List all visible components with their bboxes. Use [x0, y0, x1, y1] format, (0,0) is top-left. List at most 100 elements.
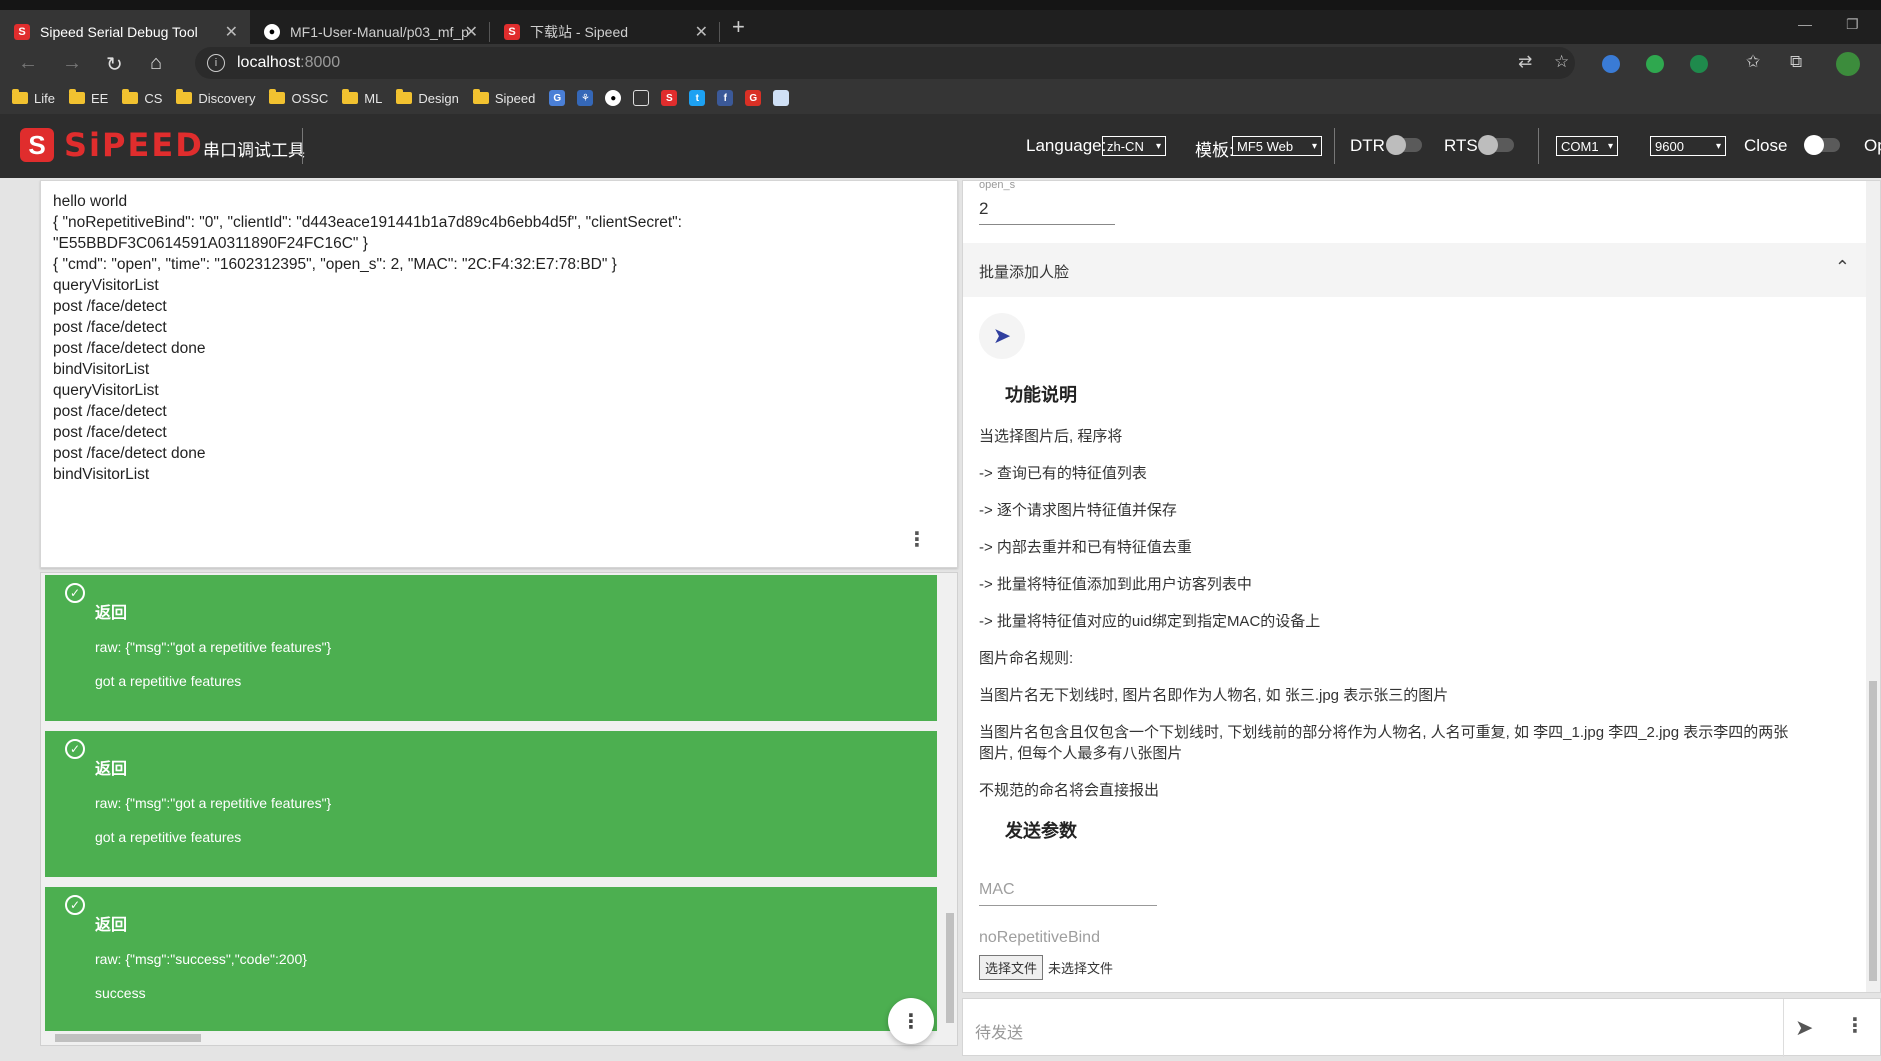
- forward-arrow-icon[interactable]: →: [62, 52, 82, 75]
- translate-bookmark-icon[interactable]: G: [549, 90, 566, 106]
- send-input[interactable]: 待发送: [975, 1019, 1023, 1043]
- response-title: 返回: [95, 761, 128, 778]
- github-bookmark-icon[interactable]: ●: [605, 90, 622, 106]
- header-divider: [1334, 128, 1335, 164]
- file-picker: 选择文件 未选择文件: [979, 955, 1113, 980]
- scrollbar-thumb[interactable]: [946, 913, 954, 1023]
- dtr-toggle[interactable]: [1386, 135, 1422, 155]
- batch-add-face-accordion[interactable]: 批量添加人脸 ⌃: [963, 243, 1868, 297]
- bookmark-cs[interactable]: CS: [122, 89, 162, 106]
- bookmark-ossc[interactable]: OSSC: [269, 89, 328, 106]
- file-status: 未选择文件: [1048, 961, 1114, 976]
- bookmark-ml[interactable]: ML: [342, 89, 382, 106]
- app-title: 串口调试工具: [203, 141, 305, 160]
- scrollbar-thumb[interactable]: [1869, 681, 1877, 981]
- vertical-scrollbar[interactable]: [943, 573, 957, 1045]
- close-icon[interactable]: ✕: [695, 22, 708, 42]
- vertical-scrollbar[interactable]: [1866, 181, 1880, 992]
- chevron-down-icon: ▾: [1715, 140, 1721, 152]
- page-bookmark-icon[interactable]: [633, 90, 650, 106]
- desc-line: 图片, 但每个人最多有八张图片: [979, 745, 1183, 762]
- bookmark-discovery[interactable]: Discovery: [176, 89, 255, 106]
- desc-line: 当图片名包含且仅包含一个下划线时, 下划线前的部分将作为人物名, 人名可重复, …: [979, 724, 1789, 741]
- extension-icon[interactable]: [1690, 55, 1708, 73]
- close-icon[interactable]: ✕: [225, 22, 238, 42]
- open-close-toggle[interactable]: [1804, 135, 1840, 155]
- bookmark-life[interactable]: Life: [12, 89, 55, 106]
- favorites-icon[interactable]: ✩: [1746, 52, 1760, 72]
- more-vert-icon[interactable]: ⋮: [1845, 1013, 1865, 1038]
- open-s-input[interactable]: 2: [979, 195, 1115, 225]
- send-icon[interactable]: ➤: [1795, 1015, 1813, 1041]
- send-arrow-button[interactable]: ➤: [979, 313, 1025, 359]
- response-card: ✓ 返回 raw: {"msg":"got a repetitive featu…: [45, 575, 937, 721]
- profile-avatar[interactable]: [1836, 52, 1860, 76]
- bookmarks-bar: Life EE CS Discovery OSSC ML Design Sipe…: [0, 82, 1881, 114]
- back-arrow-icon[interactable]: ←: [18, 52, 38, 75]
- log-line: post /face/detect: [53, 403, 167, 420]
- desc-line: -> 批量将特征值对应的uid绑定到指定MAC的设备上: [979, 613, 1321, 630]
- language-label: Language:: [1026, 136, 1107, 155]
- log-line: post /face/detect: [53, 298, 167, 315]
- close-icon[interactable]: ✕: [465, 22, 478, 42]
- baud-select[interactable]: 9600 ▾: [1650, 136, 1726, 156]
- collections-icon[interactable]: ⧉: [1790, 52, 1802, 72]
- response-title: 返回: [95, 917, 128, 934]
- no-repetitive-bind-input[interactable]: noRepetitiveBind: [979, 929, 1157, 953]
- open-label: Op: [1864, 136, 1881, 155]
- github-icon: ●: [264, 24, 280, 40]
- tab-title: Sipeed Serial Debug Tool: [40, 24, 198, 40]
- send-divider: [1783, 999, 1784, 1057]
- language-select[interactable]: zh-CN ▾: [1102, 136, 1166, 156]
- translate-icon[interactable]: ⇄: [1518, 52, 1532, 72]
- url-field[interactable]: i localhost:8000: [195, 47, 1575, 79]
- new-tab-plus-icon[interactable]: +: [732, 14, 745, 40]
- sipeed-bookmark-icon[interactable]: S: [661, 90, 678, 106]
- bookmark-design[interactable]: Design: [396, 89, 459, 106]
- accordion-title: 批量添加人脸: [979, 264, 1070, 281]
- info-icon[interactable]: i: [207, 54, 225, 72]
- sipeed-logo-icon: S: [20, 128, 54, 162]
- check-circle-icon: ✓: [65, 895, 85, 915]
- app-header: S SiPEED 串口调试工具 Language: zh-CN ▾ 模板: MF5…: [0, 114, 1881, 178]
- template-select[interactable]: MF5 Web ▾: [1232, 136, 1322, 156]
- bookmark-sipeed[interactable]: Sipeed: [472, 89, 535, 106]
- open-s-label: open_s: [979, 180, 1016, 191]
- header-divider: [1538, 128, 1539, 164]
- log-line: bindVisitorList: [53, 466, 150, 483]
- header-divider: [302, 128, 303, 164]
- bookmark-ee[interactable]: EE: [68, 89, 108, 106]
- share-bookmark-icon[interactable]: ⚘: [577, 90, 594, 106]
- chevron-up-icon[interactable]: ⌃: [1835, 257, 1850, 278]
- star-icon[interactable]: ☆: [1554, 52, 1569, 72]
- choose-file-button[interactable]: 选择文件: [979, 955, 1044, 980]
- function-desc-heading: 功能说明: [1005, 385, 1077, 405]
- response-raw: raw: {"msg":"got a repetitive features"}: [95, 795, 332, 811]
- sipeed-favicon-icon: S: [14, 24, 30, 40]
- restore-icon[interactable]: ❐: [1846, 16, 1859, 33]
- mac-input[interactable]: MAC: [979, 881, 1157, 906]
- reload-icon[interactable]: ↻: [106, 52, 123, 77]
- twitter-bookmark-icon[interactable]: t: [689, 90, 706, 106]
- folder-icon: [342, 89, 359, 104]
- extension-icon[interactable]: [1602, 55, 1620, 73]
- log-line: post /face/detect: [53, 319, 167, 336]
- home-icon[interactable]: ⌂: [150, 52, 162, 75]
- scrollbar-thumb[interactable]: [55, 1034, 201, 1042]
- minimize-icon[interactable]: —: [1798, 16, 1812, 32]
- port-select[interactable]: COM1 ▾: [1556, 136, 1618, 156]
- page-bookmark-icon[interactable]: [773, 90, 790, 106]
- facebook-bookmark-icon[interactable]: f: [717, 90, 734, 106]
- google-bookmark-icon[interactable]: G: [745, 90, 762, 106]
- check-circle-icon: ✓: [65, 739, 85, 759]
- horizontal-scrollbar[interactable]: [41, 1031, 957, 1045]
- evernote-icon[interactable]: [1646, 55, 1664, 73]
- more-vert-icon[interactable]: ⋮: [907, 527, 927, 552]
- serial-log-panel[interactable]: hello world { "noRepetitiveBind": "0", "c…: [40, 180, 958, 568]
- rts-toggle[interactable]: [1478, 135, 1514, 155]
- log-lines: hello world { "noRepetitiveBind": "0", "c…: [53, 191, 682, 485]
- desc-line: -> 逐个请求图片特征值并保存: [979, 502, 1177, 519]
- more-vert-fab-button[interactable]: ⋮: [888, 998, 934, 1044]
- log-line: post /face/detect: [53, 424, 167, 441]
- responses-panel[interactable]: ✓ 返回 raw: {"msg":"got a repetitive featu…: [40, 572, 958, 1046]
